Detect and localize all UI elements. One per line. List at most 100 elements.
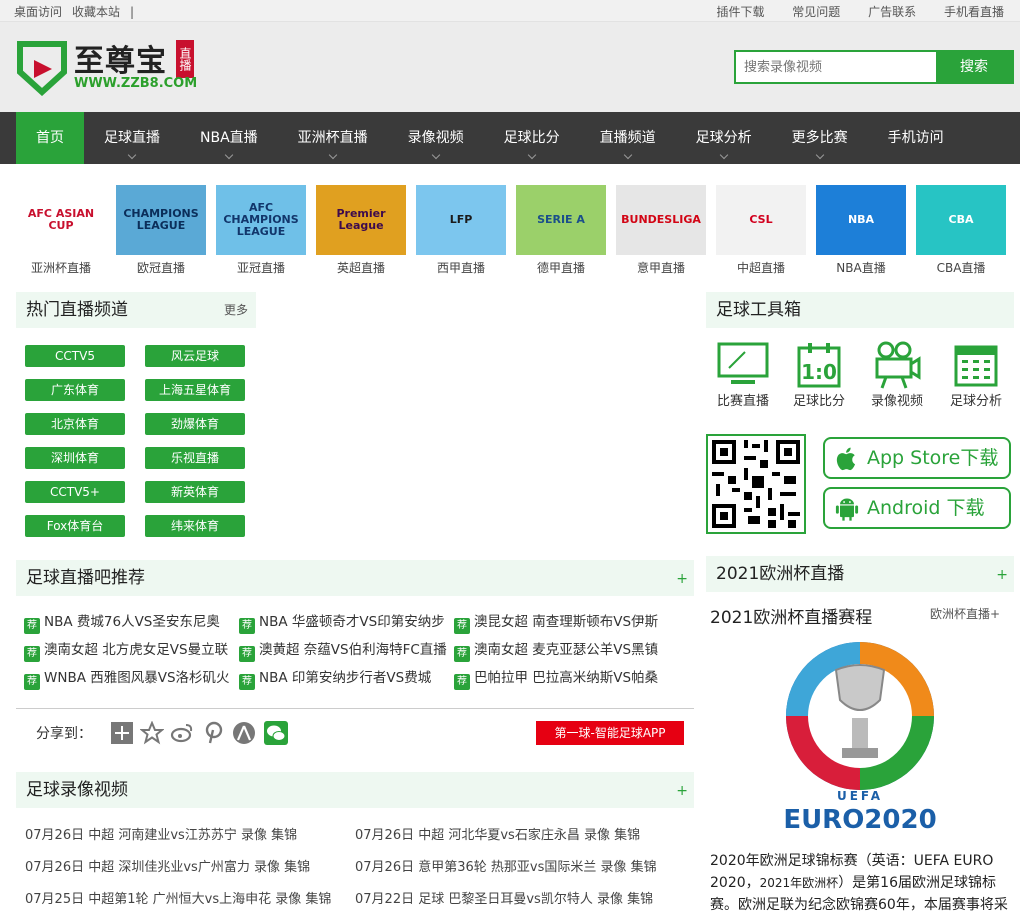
video-item[interactable]: 07月26日 中超 河南建业vs江苏苏宁 录像 集锦: [25, 824, 297, 843]
score-board-icon: 1:0: [797, 343, 841, 388]
recommend-badge-icon: 荐: [24, 674, 40, 690]
league-label: NBA直播: [836, 261, 886, 275]
league-nba[interactable]: NBA NBA直播: [816, 185, 906, 277]
video-item[interactable]: 07月22日 足球 巴黎圣日耳曼vs凯尔特人 录像 集锦: [355, 888, 653, 907]
league-logo: AFC ASIAN CUP: [16, 185, 106, 255]
nav-channels[interactable]: 直播频道: [580, 112, 676, 164]
league-label: 亚冠直播: [236, 261, 285, 275]
video-item[interactable]: 07月26日 中超 深圳佳兆业vs广州富力 录像 集锦: [25, 856, 310, 875]
nav-more-matches[interactable]: 更多比赛: [772, 112, 868, 164]
bookmark-link[interactable]: 收藏本站: [72, 5, 120, 19]
nav-mobile[interactable]: 手机访问: [868, 112, 964, 164]
nav-home[interactable]: 首页: [16, 112, 84, 164]
main-nav: 首页 足球直播 NBA直播 亚洲杯直播 录像视频 足球比分 直播频道 足球分析 …: [0, 112, 1020, 164]
site-logo[interactable]: 至尊宝 直播 WWW.ZZB8.COM: [16, 34, 216, 104]
tool-label: 录像视频: [870, 394, 923, 409]
wechat-icon[interactable]: [264, 721, 288, 745]
logo-shield-icon: [17, 41, 67, 96]
plus-share-icon[interactable]: [110, 721, 134, 745]
recommend-item[interactable]: 荐澳南女超 麦克亚瑟公羊VS黑镇: [454, 638, 658, 662]
share-label: 分享到：: [36, 726, 92, 742]
recommend-item[interactable]: 荐巴帕拉甲 巴拉高米纳斯VS帕桑: [454, 666, 658, 690]
league-seriea[interactable]: SERIE A 德甲直播: [516, 185, 606, 277]
nav-asian-cup[interactable]: 亚洲杯直播: [278, 112, 388, 164]
recommend-item[interactable]: 荐 WNBA 西雅图风暴VS洛杉矶火: [24, 666, 230, 690]
mobile-live-link[interactable]: 手机看直播: [944, 5, 1004, 19]
tool-videos[interactable]: 录像视频: [864, 340, 930, 409]
league-afc-cl[interactable]: AFC CHAMPIONS LEAGUE 亚冠直播: [216, 185, 306, 277]
star-icon[interactable]: [140, 721, 164, 745]
panel-header: 2021欧洲杯直播 +: [706, 556, 1014, 592]
tool-live[interactable]: 比赛直播: [710, 340, 776, 409]
league-bundesliga[interactable]: BUNDESLIGA 意甲直播: [616, 185, 706, 277]
recommend-badge-icon: 荐: [454, 674, 470, 690]
euro-subtitle: 2021欧洲杯直播赛程: [710, 608, 873, 628]
league-label: 欧冠直播: [136, 261, 185, 275]
tool-analysis[interactable]: 足球分析: [943, 340, 1009, 409]
recommend-item[interactable]: 荐澳昆女超 南查理斯顿布VS伊斯: [454, 610, 658, 634]
league-asian-cup[interactable]: AFC ASIAN CUP 亚洲杯直播: [16, 185, 106, 277]
channel-button[interactable]: 北京体育: [25, 413, 125, 435]
league-csl[interactable]: CSL 中超直播: [716, 185, 806, 277]
league-cba[interactable]: CBA CBA直播: [916, 185, 1006, 277]
nav-analysis[interactable]: 足球分析: [676, 112, 772, 164]
plugin-download-link[interactable]: 插件下载: [716, 5, 764, 19]
logo-url: WWW.ZZB8.COM: [74, 76, 198, 91]
channel-button[interactable]: CCTV5: [25, 345, 125, 367]
tool-scores[interactable]: 1:0 足球比分: [786, 340, 852, 409]
league-ucl[interactable]: CHAMPIONS LEAGUE 欧冠直播: [116, 185, 206, 277]
recommend-badge-icon: 荐: [239, 674, 255, 690]
channel-button[interactable]: 风云足球: [145, 345, 245, 367]
nav-videos[interactable]: 录像视频: [388, 112, 484, 164]
ad-contact-link[interactable]: 广告联系: [868, 5, 916, 19]
nav-scores[interactable]: 足球比分: [484, 112, 580, 164]
appstore-download-button[interactable]: App Store下载: [823, 437, 1011, 479]
video-item[interactable]: 07月25日 中超第1轮 广州恒大vs上海申花 录像 集锦: [25, 888, 331, 907]
chevron-down-icon: [527, 150, 536, 160]
euro-more-link[interactable]: 欧洲杯直播+: [930, 605, 1000, 622]
channel-button[interactable]: 纬来体育: [145, 515, 245, 537]
channel-button[interactable]: 新英体育: [145, 481, 245, 503]
renren-icon[interactable]: [232, 721, 256, 745]
chevron-down-icon: [431, 150, 440, 160]
channel-button[interactable]: 深圳体育: [25, 447, 125, 469]
chevron-down-icon: [328, 150, 337, 160]
video-item[interactable]: 07月26日 意甲第36轮 热那亚vs国际米兰 录像 集锦: [355, 856, 657, 875]
expand-icon[interactable]: +: [996, 557, 1008, 593]
expand-icon[interactable]: +: [676, 561, 688, 597]
nav-nba-live[interactable]: NBA直播: [180, 112, 278, 164]
search-input[interactable]: [736, 52, 938, 82]
recommend-item[interactable]: 荐 NBA 印第安纳步行者VS费城: [239, 666, 431, 690]
weibo-icon[interactable]: [170, 721, 194, 745]
tool-label: 足球分析: [949, 394, 1002, 409]
channel-button[interactable]: Fox体育台: [25, 515, 125, 537]
toolbox-panel: 足球工具箱: [706, 292, 1014, 328]
nav-football-live[interactable]: 足球直播: [84, 112, 180, 164]
league-strip: AFC ASIAN CUP 亚洲杯直播 CHAMPIONS LEAGUE 欧冠直播 …: [16, 185, 1016, 277]
channel-button[interactable]: 乐视直播: [145, 447, 245, 469]
android-download-button[interactable]: Android 下载: [823, 487, 1011, 529]
recommend-item[interactable]: 荐澳黄超 奈蕴VS伯利海特FC直播: [239, 638, 447, 662]
android-icon: [835, 498, 859, 521]
channel-button[interactable]: 劲爆体育: [145, 413, 245, 435]
recommend-item[interactable]: 荐澳南女超 北方虎女足VS曼立联: [24, 638, 228, 662]
faq-link[interactable]: 常见问题: [792, 5, 840, 19]
search-button[interactable]: 搜索: [936, 52, 1012, 82]
videos-panel: 足球录像视频 +: [16, 772, 694, 808]
video-item[interactable]: 07月26日 中超 河北华夏vs石家庄永昌 录像 集锦: [355, 824, 640, 843]
recommend-item[interactable]: 荐 NBA 费城76人VS圣安东尼奥: [24, 610, 220, 634]
chevron-down-icon: [815, 150, 824, 160]
recommend-item[interactable]: 荐 NBA 华盛顿奇才VS印第安纳步: [239, 610, 445, 634]
pinterest-icon[interactable]: [202, 721, 226, 745]
top-bar: 桌面访问 收藏本站 | 插件下载 常见问题 广告联系 手机看直播: [0, 0, 1020, 22]
channel-button[interactable]: CCTV5+: [25, 481, 125, 503]
league-laliga[interactable]: LFP 西甲直播: [416, 185, 506, 277]
more-link[interactable]: 更多: [224, 292, 248, 328]
expand-icon[interactable]: +: [676, 773, 688, 809]
league-epl[interactable]: Premier League 英超直播: [316, 185, 406, 277]
channel-button[interactable]: 广东体育: [25, 379, 125, 401]
desktop-access-link[interactable]: 桌面访问: [14, 5, 62, 19]
channel-button[interactable]: 上海五星体育: [145, 379, 245, 401]
panel-title: 足球录像视频: [26, 780, 128, 800]
app-promo-button[interactable]: 第一球-智能足球APP: [536, 721, 684, 745]
